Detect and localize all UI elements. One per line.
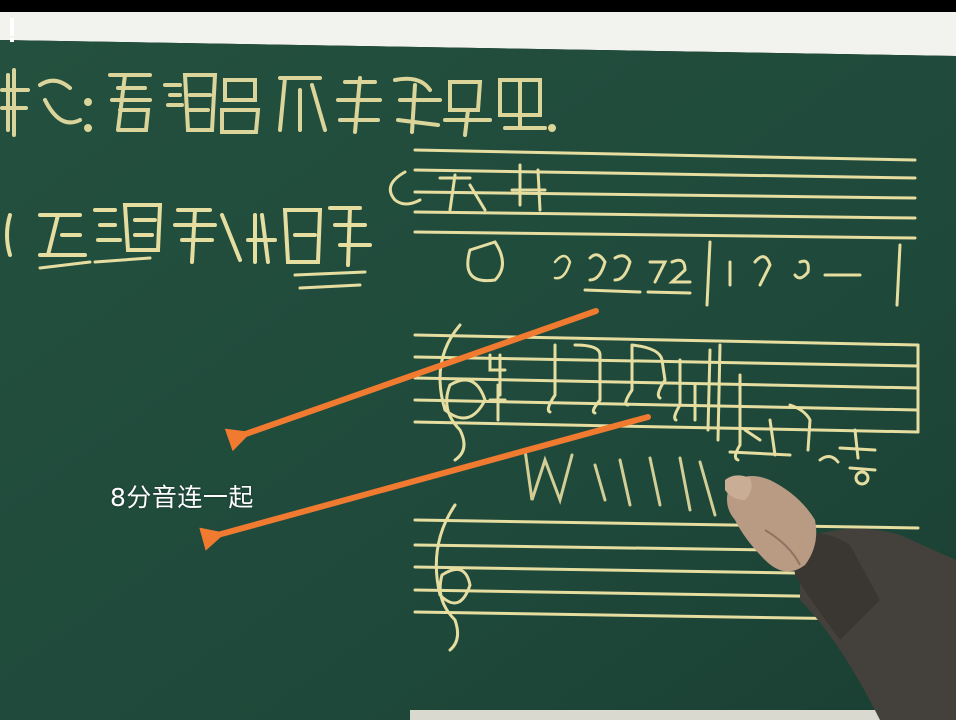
video-frame: 8分音连一起 (0, 0, 956, 720)
board-bottom-ledge (410, 710, 956, 720)
corner-mark (10, 18, 14, 36)
chalkboard-scene (0, 0, 956, 720)
caption-text: 8分音连一起 (110, 483, 254, 512)
